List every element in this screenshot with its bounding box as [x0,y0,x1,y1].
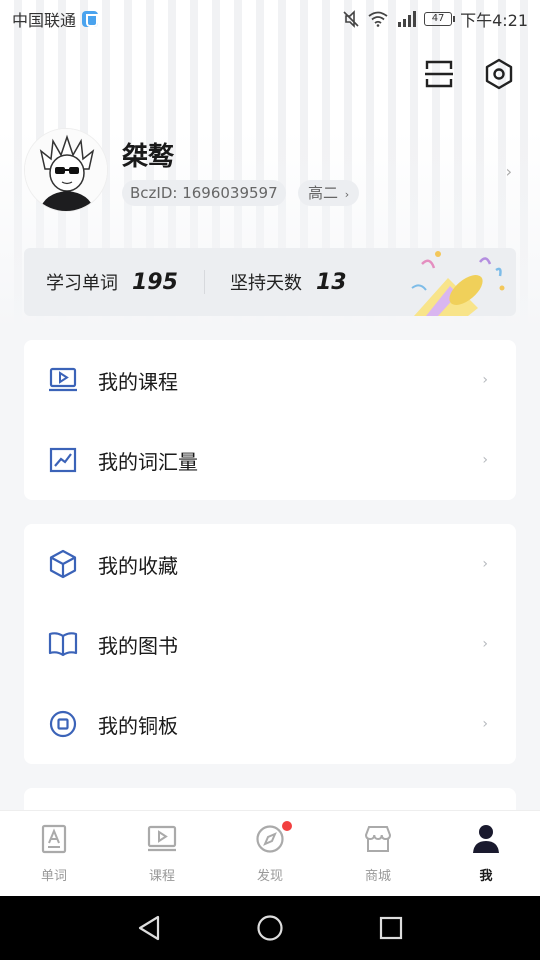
tab-label: 我 [479,869,493,884]
status-bar: 中国联通 47 下午4:21 [0,0,540,38]
avatar[interactable] [24,128,108,212]
tab-words[interactable]: 单词 [0,811,108,896]
menu-item-label: 我的词汇量 [98,449,198,474]
shop-icon [362,823,394,855]
stat-days-label: 坚持天数 [230,273,302,294]
chevron-right-icon: › [482,372,488,388]
party-popper-icon [411,251,505,316]
stat-days: 坚持天数 13 [230,248,347,316]
clock: 下午4:21 [460,11,528,30]
chevron-right-icon: › [505,162,512,181]
settings-button[interactable] [484,58,514,90]
tab-label: 课程 [148,869,175,884]
coin-icon [48,709,78,739]
menu-item-my-books[interactable]: 我的图书 › [24,604,516,684]
bcz-id-badge: BczID: 1696039597 [122,180,286,206]
system-navigation-bar [0,896,540,960]
menu-card-1: 我的课程 › 我的词汇量 › [24,340,516,500]
chevron-right-icon: › [482,452,488,468]
tab-label: 商城 [364,869,391,884]
chevron-right-icon: › [482,716,488,732]
chevron-right-icon: › [482,636,488,652]
top-actions [424,58,514,90]
grade-label: 高二 [308,184,339,202]
back-icon[interactable] [137,915,161,941]
course-play-icon [146,823,178,855]
avatar-image [25,129,107,211]
tab-label: 发现 [256,869,283,884]
tab-me[interactable]: 我 [432,811,540,896]
profile-header[interactable]: 桀骜 BczID: 1696039597 高二 › › [24,128,516,212]
scan-icon [425,60,453,88]
gear-hexagon-icon [485,58,513,90]
menu-item-my-courses[interactable]: 我的课程 › [24,340,516,420]
tab-discover[interactable]: 发现 [216,811,324,896]
cube-icon [48,549,78,579]
divider [204,270,205,294]
recents-icon[interactable] [379,916,403,940]
tab-shop[interactable]: 商城 [324,811,432,896]
stat-words-value: 195 [132,269,178,295]
book-icon [48,629,78,659]
hd-badge-icon [82,11,99,27]
tab-label: 单词 [40,869,67,884]
menu-item-my-coins[interactable]: 我的铜板 › [24,684,516,764]
battery-icon: 47 [424,12,456,26]
stat-days-value: 13 [316,269,347,295]
menu-item-label: 我的课程 [98,369,178,394]
chevron-right-icon: › [344,188,350,201]
menu-item-label: 我的图书 [98,633,178,658]
chart-icon [48,445,78,475]
menu-item-my-vocabulary[interactable]: 我的词汇量 › [24,420,516,500]
tab-courses[interactable]: 课程 [108,811,216,896]
menu-card-2: 我的收藏 › 我的图书 › 我的铜板 › [24,524,516,764]
menu-item-label: 我的铜板 [98,713,178,738]
word-card-icon [38,823,70,855]
user-name: 桀骜 [122,142,175,172]
notification-badge [282,821,292,831]
home-icon[interactable] [256,914,284,942]
signal-icon [398,11,417,27]
mute-icon [343,10,359,28]
menu-item-my-favorites[interactable]: 我的收藏 › [24,524,516,604]
carrier-label: 中国联通 [12,11,77,30]
menu-item-label: 我的收藏 [98,553,178,578]
stat-words-label: 学习单词 [46,273,118,294]
chevron-right-icon: › [482,556,488,572]
bottom-tab-bar: 单词 课程 发现 商城 我 [0,810,540,896]
course-screen-icon [48,365,78,395]
stats-banner[interactable]: 学习单词 195 坚持天数 13 [24,248,516,316]
grade-badge[interactable]: 高二 › [298,180,360,206]
person-icon [470,823,502,855]
stat-words: 学习单词 195 [46,248,178,316]
scan-button[interactable] [424,58,454,90]
wifi-icon [368,11,388,27]
compass-icon [254,821,292,855]
